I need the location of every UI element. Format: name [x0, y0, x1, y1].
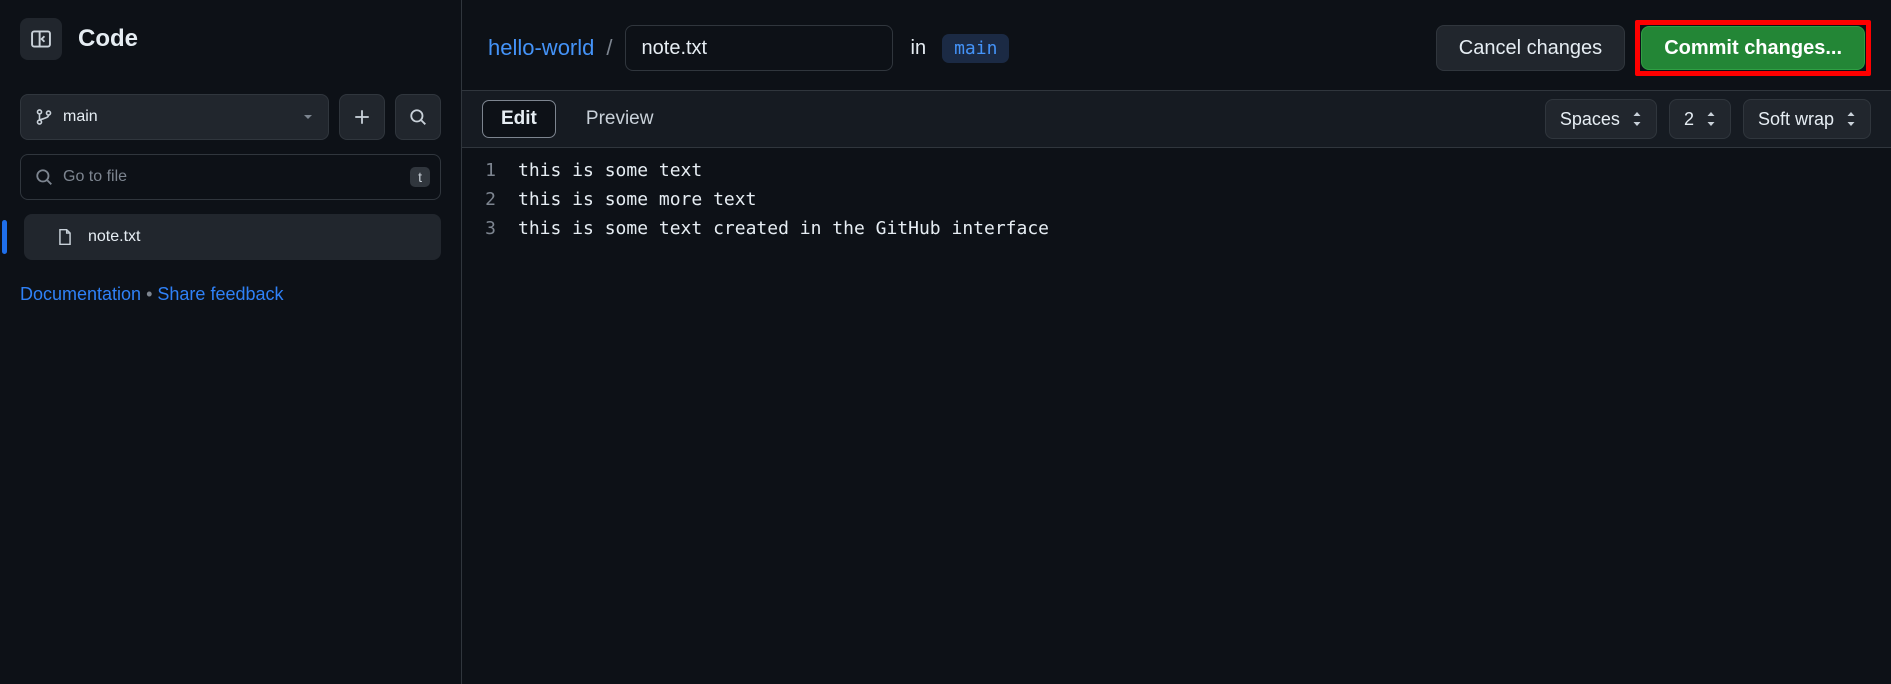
branch-selector[interactable]: main: [20, 94, 329, 140]
indent-size-label: 2: [1684, 109, 1694, 130]
line-content: this is some text: [518, 156, 702, 185]
branch-row: main: [20, 94, 441, 140]
collapse-panel-button[interactable]: [20, 18, 62, 60]
share-feedback-link[interactable]: Share feedback: [157, 284, 283, 304]
line-content: this is some more text: [518, 185, 756, 214]
search-icon: [409, 108, 427, 126]
unfold-icon: [1846, 112, 1856, 126]
editor-line[interactable]: 3this is some text created in the GitHub…: [462, 214, 1891, 243]
cancel-button-label: Cancel changes: [1459, 37, 1602, 60]
sidebar: Code main Go to file t note.txt Document…: [0, 0, 462, 684]
file-tree: note.txt: [20, 214, 441, 260]
indent-mode-label: Spaces: [1560, 109, 1620, 130]
documentation-link[interactable]: Documentation: [20, 284, 141, 304]
search-icon: [35, 168, 53, 186]
wrap-mode-select[interactable]: Soft wrap: [1743, 99, 1871, 139]
sidebar-footer: Documentation • Share feedback: [20, 284, 441, 305]
file-search-kbd: t: [410, 167, 430, 187]
editor-toolbar: Edit Preview Spaces 2 Soft wrap: [462, 90, 1891, 148]
tab-preview[interactable]: Preview: [568, 100, 672, 138]
in-label: in: [911, 37, 927, 60]
file-tree-item-label: note.txt: [88, 228, 140, 246]
file-search-placeholder: Go to file: [63, 168, 127, 186]
branch-label: main: [63, 108, 98, 126]
main: hello-world / in main Cancel changes Com…: [462, 0, 1891, 684]
branch-badge[interactable]: main: [942, 34, 1009, 63]
unfold-icon: [1632, 112, 1642, 126]
branch-icon: [35, 108, 53, 126]
wrap-mode-label: Soft wrap: [1758, 109, 1834, 130]
line-number: 1: [462, 156, 518, 185]
caret-down-icon: [302, 111, 314, 123]
editor-line[interactable]: 1this is some text: [462, 156, 1891, 185]
cancel-button[interactable]: Cancel changes: [1436, 25, 1625, 71]
sidebar-title: Code: [78, 25, 138, 53]
add-file-button[interactable]: [339, 94, 385, 140]
file-icon: [56, 227, 74, 247]
tab-preview-label: Preview: [586, 108, 654, 130]
sidebar-panel-icon: [30, 28, 52, 50]
indent-mode-select[interactable]: Spaces: [1545, 99, 1657, 139]
tab-edit[interactable]: Edit: [482, 100, 556, 138]
indent-size-select[interactable]: 2: [1669, 99, 1731, 139]
plus-icon: [353, 108, 371, 126]
line-number: 3: [462, 214, 518, 243]
line-number: 2: [462, 185, 518, 214]
tab-edit-label: Edit: [501, 108, 537, 130]
editor-line[interactable]: 2this is some more text: [462, 185, 1891, 214]
footer-separator: •: [146, 284, 157, 304]
commit-button[interactable]: Commit changes...: [1641, 26, 1865, 70]
breadcrumb-separator: /: [604, 35, 614, 61]
filename-input[interactable]: [625, 25, 893, 71]
unfold-icon: [1706, 112, 1716, 126]
commit-button-highlight: Commit changes...: [1635, 20, 1871, 76]
code-editor[interactable]: 1this is some text2this is some more tex…: [462, 148, 1891, 684]
breadcrumb-row: hello-world / in main Cancel changes Com…: [462, 0, 1891, 90]
repo-link[interactable]: hello-world: [488, 35, 594, 61]
line-content: this is some text created in the GitHub …: [518, 214, 1049, 243]
sidebar-header: Code: [20, 18, 441, 60]
commit-button-label: Commit changes...: [1664, 37, 1842, 60]
file-tree-item[interactable]: note.txt: [24, 214, 441, 260]
file-search-input[interactable]: Go to file t: [20, 154, 441, 200]
search-files-button[interactable]: [395, 94, 441, 140]
